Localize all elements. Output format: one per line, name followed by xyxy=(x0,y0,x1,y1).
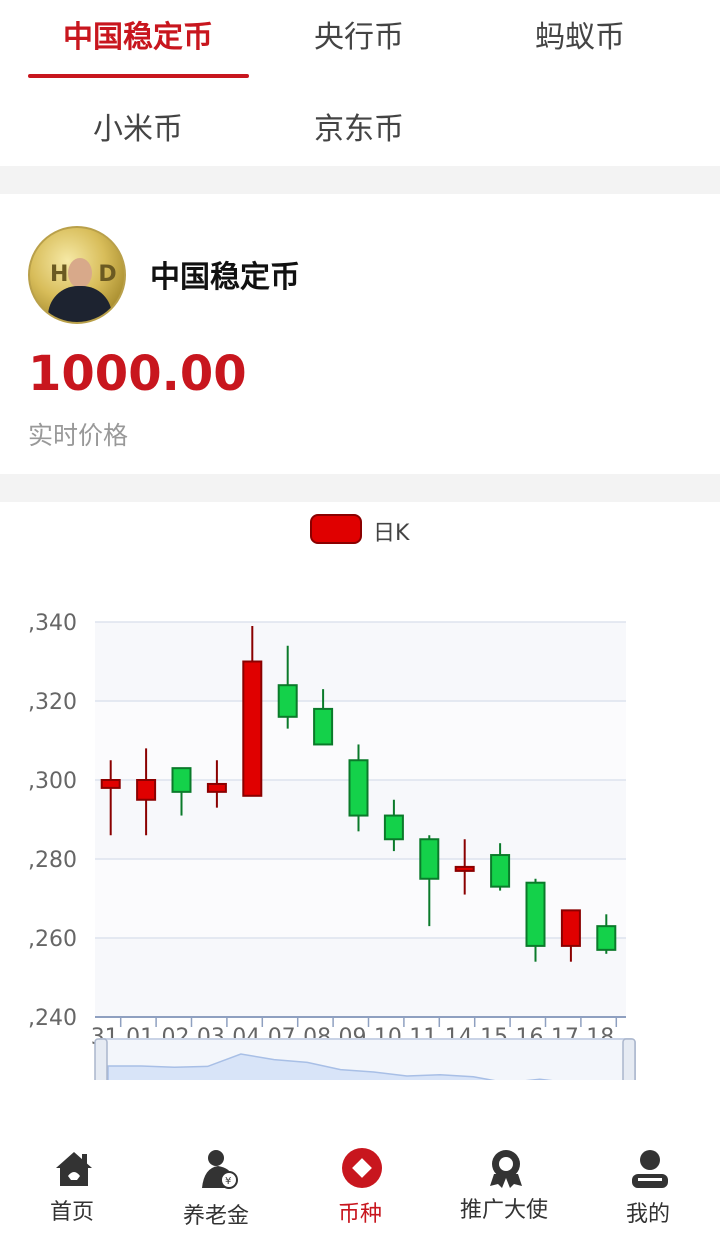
y-tick-label: ,340 xyxy=(28,611,77,636)
candle-body xyxy=(348,759,369,817)
currency-icon xyxy=(342,1148,382,1188)
tab-jd-coin[interactable]: 京东币 xyxy=(249,104,469,148)
legend-label[interactable]: 日K xyxy=(373,515,409,547)
candle-body xyxy=(383,814,404,841)
nav-home-label: 首页 xyxy=(49,1200,94,1225)
y-tick-label: ,320 xyxy=(28,690,77,715)
candle-body xyxy=(454,865,475,872)
tab-china-stablecoin[interactable]: 中国稳定币 xyxy=(28,12,248,56)
candle-body xyxy=(171,767,192,793)
y-tick-label: ,280 xyxy=(28,848,77,873)
coin-avatar: HD xyxy=(28,226,126,324)
nav-ambassador-label: 推广大使 xyxy=(459,1198,548,1223)
nav-currency-label: 币种 xyxy=(337,1202,382,1227)
price-label: 实时价格 xyxy=(28,421,129,450)
candle-body xyxy=(560,909,581,947)
pension-icon: ¥ xyxy=(202,1150,238,1189)
y-tick-label: ,300 xyxy=(28,769,77,794)
section-divider-2 xyxy=(0,474,720,502)
candle-body xyxy=(242,660,263,797)
nav-currency[interactable]: 币种 xyxy=(300,1130,420,1235)
nav-pension-label: 养老金 xyxy=(182,1204,249,1229)
grid-band xyxy=(95,859,626,938)
candle-body xyxy=(136,779,157,801)
avatar-suit xyxy=(48,286,112,322)
candle-body xyxy=(525,881,546,947)
legend-swatch[interactable] xyxy=(310,514,362,544)
candle-body xyxy=(596,925,617,951)
candle-body xyxy=(419,838,440,880)
nav-profile-label: 我的 xyxy=(625,1202,670,1227)
candle-body xyxy=(277,684,298,718)
grid-band xyxy=(95,938,626,1017)
nav-pension[interactable]: ¥ 养老金 xyxy=(156,1130,276,1235)
tab-central-bank-coin[interactable]: 央行币 xyxy=(249,12,469,56)
candlestick-chart: ,340,320,300,280,260,24031 01 02 03 04 07 08 09… xyxy=(28,611,636,1080)
nav-ambassador[interactable]: 推广大使 xyxy=(444,1130,564,1235)
active-tab-indicator xyxy=(28,74,249,78)
grid-band xyxy=(95,622,626,701)
avatar-face xyxy=(68,258,92,288)
datazoom-handle-right xyxy=(622,1038,636,1080)
datazoom-handle-left xyxy=(94,1038,108,1080)
candle-body xyxy=(490,854,511,888)
tab-ant-coin[interactable]: 蚂蚁币 xyxy=(470,12,690,56)
user-icon xyxy=(632,1150,668,1188)
svg-text:¥: ¥ xyxy=(225,1176,231,1187)
bottom-navigation: 首页 ¥ 养老金 币种 推广大使 我的 xyxy=(0,1130,720,1235)
coin-tabs: 中国稳定币 央行币 蚂蚁币 小米币 京东币 xyxy=(0,0,720,166)
y-tick-label: ,240 xyxy=(28,1006,77,1031)
section-divider xyxy=(0,166,720,194)
nav-profile[interactable]: 我的 xyxy=(588,1130,708,1235)
tab-xiaomi-coin[interactable]: 小米币 xyxy=(28,104,248,148)
candle-body xyxy=(206,782,227,793)
ambassador-icon xyxy=(490,1150,522,1188)
candle-body xyxy=(313,707,334,746)
nav-home[interactable]: 首页 xyxy=(12,1130,132,1235)
coin-price: 1000.00 xyxy=(28,346,247,402)
y-tick-label: ,260 xyxy=(28,927,77,952)
coin-name: 中国稳定币 xyxy=(150,260,300,295)
candle-body xyxy=(100,779,121,789)
home-icon xyxy=(56,1152,92,1186)
